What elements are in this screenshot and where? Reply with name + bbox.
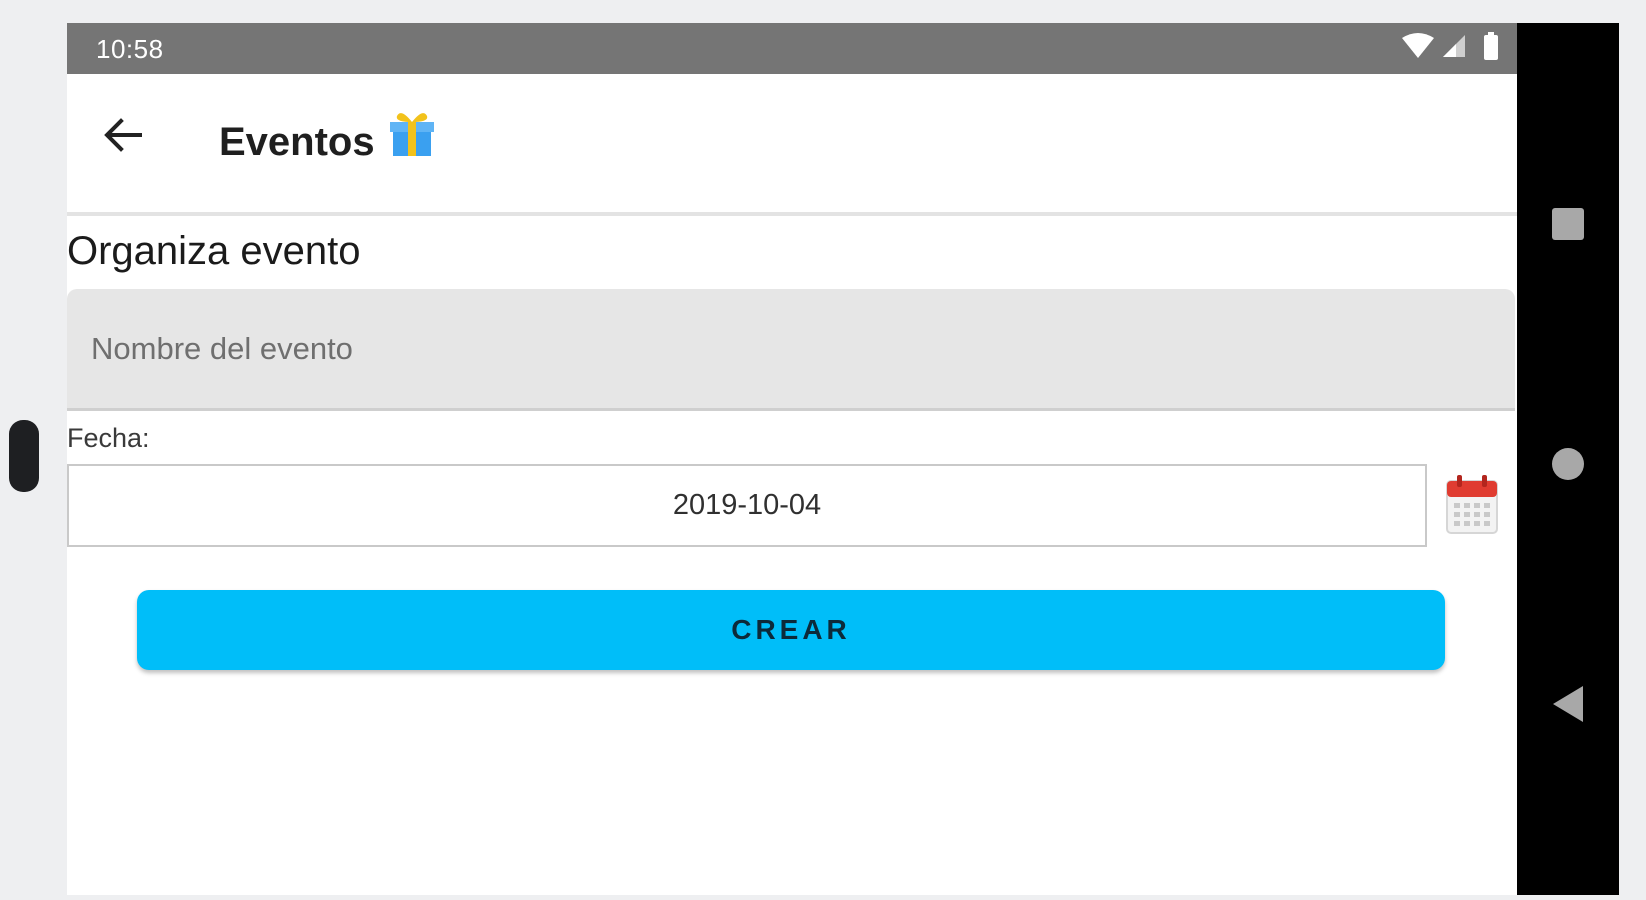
section-title: Organiza evento	[67, 229, 361, 273]
page-title: Eventos	[219, 110, 435, 173]
status-bar: 10:58	[67, 23, 1517, 74]
app-screen: 10:58 Eventos Organiza evento Nombre del…	[67, 23, 1517, 895]
create-button[interactable]: CREAR	[137, 590, 1445, 670]
date-value: 2019-10-04	[672, 489, 822, 521]
calendar-icon	[1445, 475, 1499, 539]
page-title-text: Eventos	[219, 119, 375, 164]
status-time: 10:58	[96, 34, 164, 64]
app-bar: Eventos	[67, 74, 1517, 216]
date-label: Fecha:	[67, 423, 150, 453]
back-button[interactable]	[95, 109, 151, 165]
device-side-button	[9, 420, 39, 492]
gift-icon	[389, 110, 435, 173]
battery-icon	[1483, 31, 1499, 65]
date-input[interactable]: 2019-10-04	[67, 464, 1427, 547]
wifi-icon	[1401, 32, 1435, 64]
system-back-button[interactable]	[1517, 666, 1619, 746]
signal-icon	[1441, 33, 1467, 64]
status-icons	[1401, 31, 1499, 65]
triangle-back-icon	[1551, 685, 1585, 728]
recents-button[interactable]	[1517, 186, 1619, 266]
circle-icon	[1551, 447, 1585, 486]
square-icon	[1551, 207, 1585, 246]
device-frame: 10:58 Eventos Organiza evento Nombre del…	[0, 0, 1646, 900]
system-nav-bar	[1517, 23, 1619, 895]
arrow-left-icon	[104, 117, 142, 157]
calendar-button[interactable]	[1445, 473, 1499, 535]
event-name-input[interactable]	[67, 289, 1515, 411]
home-button[interactable]	[1517, 426, 1619, 506]
